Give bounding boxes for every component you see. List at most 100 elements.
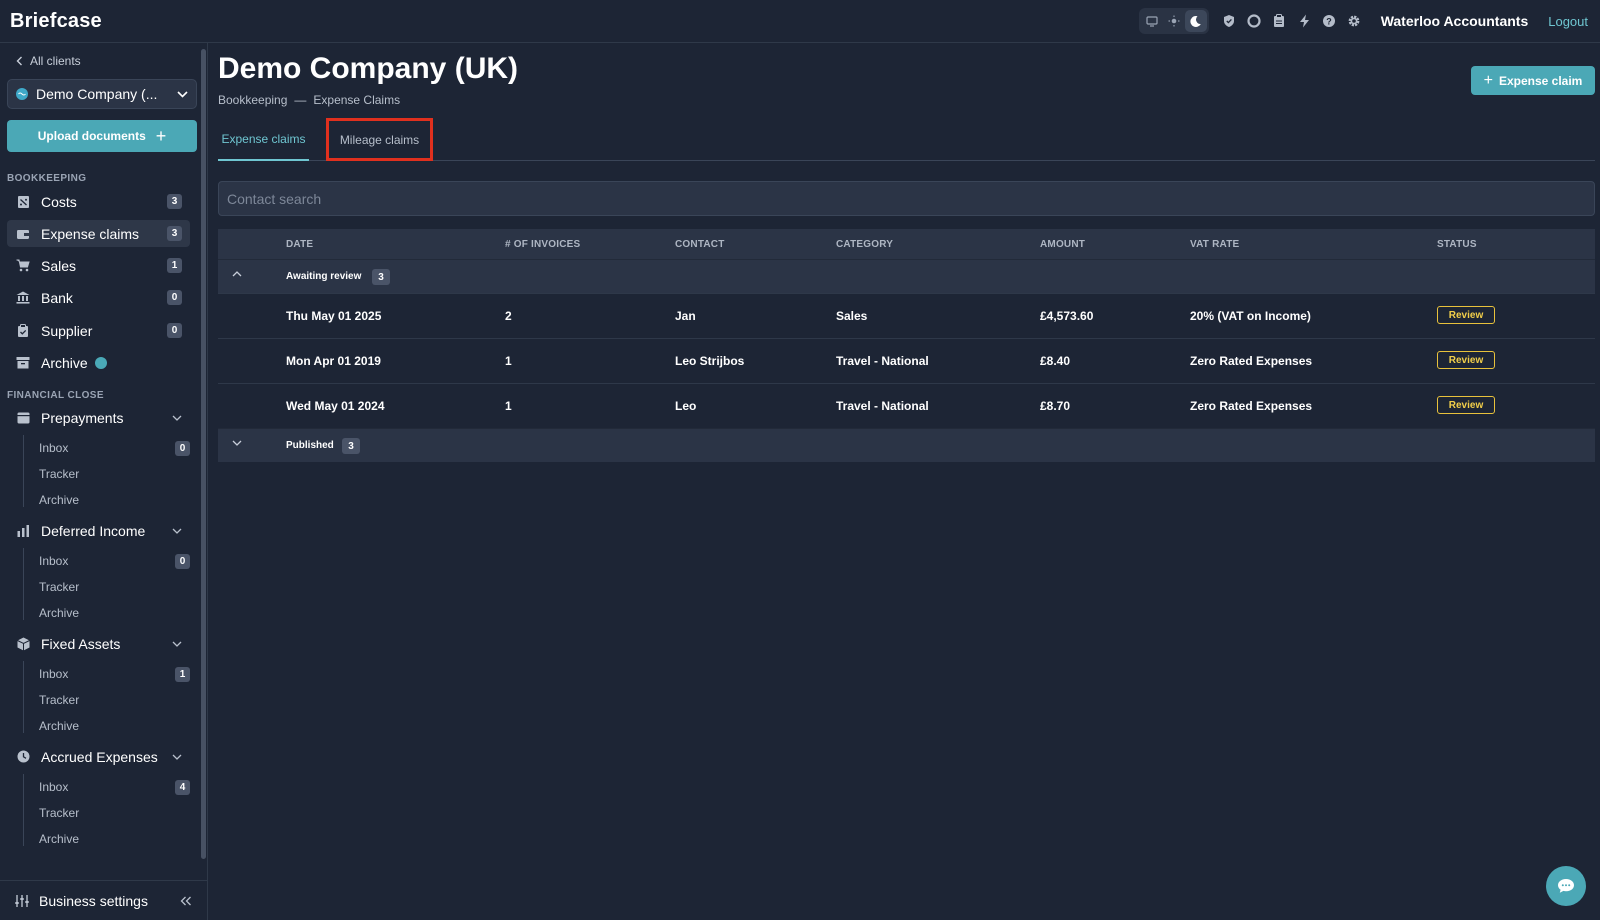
column-header-status[interactable]: STATUS bbox=[1437, 239, 1477, 250]
contact-search-input[interactable] bbox=[218, 181, 1595, 216]
new-expense-claim-button[interactable]: + Expense claim bbox=[1471, 66, 1595, 95]
chevron-down-icon bbox=[177, 90, 188, 98]
moon-icon[interactable] bbox=[1184, 10, 1207, 32]
chat-support-button[interactable] bbox=[1546, 866, 1586, 906]
cell-contact: Leo bbox=[675, 399, 697, 413]
page-title: Demo Company (UK) bbox=[218, 52, 519, 85]
cell-vat-rate: Zero Rated Expenses bbox=[1190, 399, 1313, 413]
sun-icon[interactable] bbox=[1163, 10, 1185, 32]
sidebar-group-fixed-assets[interactable]: Fixed Assets bbox=[7, 630, 190, 657]
status-badge[interactable]: Review bbox=[1437, 396, 1495, 414]
status-badge[interactable]: Review bbox=[1437, 306, 1495, 324]
chevron-down-icon[interactable] bbox=[232, 440, 242, 446]
sidebar-group-label: Prepayments bbox=[41, 409, 124, 426]
cell-category: Travel - National bbox=[836, 399, 929, 413]
business-settings-link[interactable]: Business settings bbox=[0, 880, 207, 920]
count-badge: 0 bbox=[167, 323, 182, 338]
client-name: Demo Company (... bbox=[36, 86, 158, 102]
bolt-icon[interactable] bbox=[1292, 9, 1317, 34]
table-row[interactable]: Mon Apr 01 2019 1 Leo Strijbos Travel - … bbox=[218, 338, 1595, 383]
sidebar-subitem-inbox[interactable]: Inbox 1 bbox=[39, 663, 190, 685]
count-badge: 1 bbox=[167, 258, 182, 273]
sidebar-subitem-archive[interactable]: Archive bbox=[39, 602, 190, 624]
sidebar-item-archive[interactable]: Archive bbox=[7, 349, 190, 376]
app-logo[interactable]: Briefcase bbox=[10, 10, 102, 33]
main-content: Demo Company (UK) Bookkeeping — Expense … bbox=[208, 43, 1600, 920]
breadcrumb-item[interactable]: Bookkeeping bbox=[218, 93, 287, 107]
sidebar-subitem-tracker[interactable]: Tracker bbox=[39, 463, 190, 485]
sidebar-group-prepayments[interactable]: Prepayments bbox=[7, 404, 190, 431]
chevron-up-icon[interactable] bbox=[232, 271, 242, 277]
tab-mileage-claims[interactable]: Mileage claims bbox=[326, 118, 433, 161]
column-header-amount[interactable]: AMOUNT bbox=[1040, 239, 1085, 250]
sidebar-group-accrued-expenses[interactable]: Accrued Expenses bbox=[7, 743, 190, 770]
cell-category: Sales bbox=[836, 309, 868, 323]
shield-icon[interactable] bbox=[1217, 9, 1242, 34]
group-row-awaiting-review[interactable]: Awaiting review 3 bbox=[218, 259, 1595, 293]
breadcrumb-separator: — bbox=[294, 93, 307, 107]
claim-tabs: Expense claims Mileage claims bbox=[218, 118, 1595, 161]
cell-contact: Leo Strijbos bbox=[675, 354, 745, 368]
column-header-contact[interactable]: CONTACT bbox=[675, 239, 725, 250]
tab-expense-claims[interactable]: Expense claims bbox=[218, 119, 309, 161]
gear-icon[interactable] bbox=[1342, 9, 1367, 34]
all-clients-link[interactable]: All clients bbox=[16, 54, 81, 68]
sidebar-subitem-inbox[interactable]: Inbox 0 bbox=[39, 437, 190, 459]
cell-invoices: 2 bbox=[505, 309, 512, 323]
count-badge: 0 bbox=[167, 290, 182, 305]
sidebar-subitem-inbox[interactable]: Inbox 4 bbox=[39, 776, 190, 798]
top-bar-actions: ? Waterloo Accountants Logout bbox=[1138, 8, 1590, 34]
sidebar: All clients Demo Company (... Upload doc… bbox=[0, 43, 208, 920]
help-icon[interactable]: ? bbox=[1317, 9, 1342, 34]
all-clients-label: All clients bbox=[30, 54, 81, 68]
sliders-icon bbox=[15, 894, 29, 907]
sidebar-subitem-tracker[interactable]: Tracker bbox=[39, 802, 190, 824]
tree-line bbox=[23, 661, 24, 733]
sidebar-subitem-tracker[interactable]: Tracker bbox=[39, 576, 190, 598]
count-badge: 3 bbox=[167, 226, 182, 241]
group-row-published[interactable]: Published 3 bbox=[218, 428, 1595, 462]
client-select[interactable]: Demo Company (... bbox=[7, 79, 197, 109]
desktop-icon[interactable] bbox=[1141, 10, 1163, 32]
clipboard-icon[interactable] bbox=[1267, 9, 1292, 34]
cell-date: Wed May 01 2024 bbox=[286, 399, 385, 413]
column-header-category[interactable]: CATEGORY bbox=[836, 239, 893, 250]
sidebar-item-costs[interactable]: Costs 3 bbox=[7, 188, 190, 215]
upload-documents-button[interactable]: Upload documents + bbox=[7, 120, 197, 152]
group-count-badge: 3 bbox=[372, 269, 390, 285]
sidebar-scrollbar[interactable] bbox=[201, 49, 206, 859]
sidebar-group-deferred-income[interactable]: Deferred Income bbox=[7, 517, 190, 544]
status-badge[interactable]: Review bbox=[1437, 351, 1495, 369]
cell-amount: £4,573.60 bbox=[1040, 309, 1094, 323]
sidebar-item-supplier[interactable]: Supplier 0 bbox=[7, 317, 190, 344]
tree-line bbox=[23, 548, 24, 620]
sidebar-subitem-inbox[interactable]: Inbox 0 bbox=[39, 550, 190, 572]
chevron-down-icon bbox=[172, 641, 182, 647]
new-expense-claim-label: Expense claim bbox=[1498, 73, 1583, 88]
logout-link[interactable]: Logout bbox=[1548, 14, 1588, 29]
breadcrumb: Bookkeeping — Expense Claims bbox=[218, 93, 400, 107]
sidebar-subitem-archive[interactable]: Archive bbox=[39, 715, 190, 737]
org-name[interactable]: Waterloo Accountants bbox=[1381, 13, 1529, 29]
breadcrumb-item[interactable]: Expense Claims bbox=[313, 93, 400, 107]
collapse-sidebar-icon[interactable] bbox=[180, 896, 192, 906]
group-label: Published bbox=[286, 440, 334, 451]
table-row[interactable]: Wed May 01 2024 1 Leo Travel - National … bbox=[218, 383, 1595, 428]
column-header-invoices[interactable]: # OF INVOICES bbox=[505, 239, 580, 250]
column-header-vat-rate[interactable]: VAT RATE bbox=[1190, 239, 1239, 250]
subitem-label: Inbox bbox=[39, 667, 69, 681]
table-row[interactable]: Thu May 01 2025 2 Jan Sales £4,573.60 20… bbox=[218, 293, 1595, 338]
sidebar-subitem-archive[interactable]: Archive bbox=[39, 489, 190, 511]
sidebar-group-label: Accrued Expenses bbox=[41, 748, 158, 765]
sidebar-item-expense-claims[interactable]: Expense claims 3 bbox=[7, 220, 190, 247]
cell-vat-rate: 20% (VAT on Income) bbox=[1190, 309, 1311, 323]
sidebar-group-label: Fixed Assets bbox=[41, 635, 121, 652]
cell-category: Travel - National bbox=[836, 354, 929, 368]
sidebar-subitem-archive[interactable]: Archive bbox=[39, 828, 190, 850]
sidebar-item-bank[interactable]: Bank 0 bbox=[7, 284, 190, 311]
sidebar-subitem-tracker[interactable]: Tracker bbox=[39, 689, 190, 711]
column-header-date[interactable]: DATE bbox=[286, 239, 313, 250]
sidebar-item-sales[interactable]: Sales 1 bbox=[7, 252, 190, 279]
circle-icon[interactable] bbox=[1242, 9, 1267, 34]
sidebar-item-label: Sales bbox=[41, 257, 77, 274]
